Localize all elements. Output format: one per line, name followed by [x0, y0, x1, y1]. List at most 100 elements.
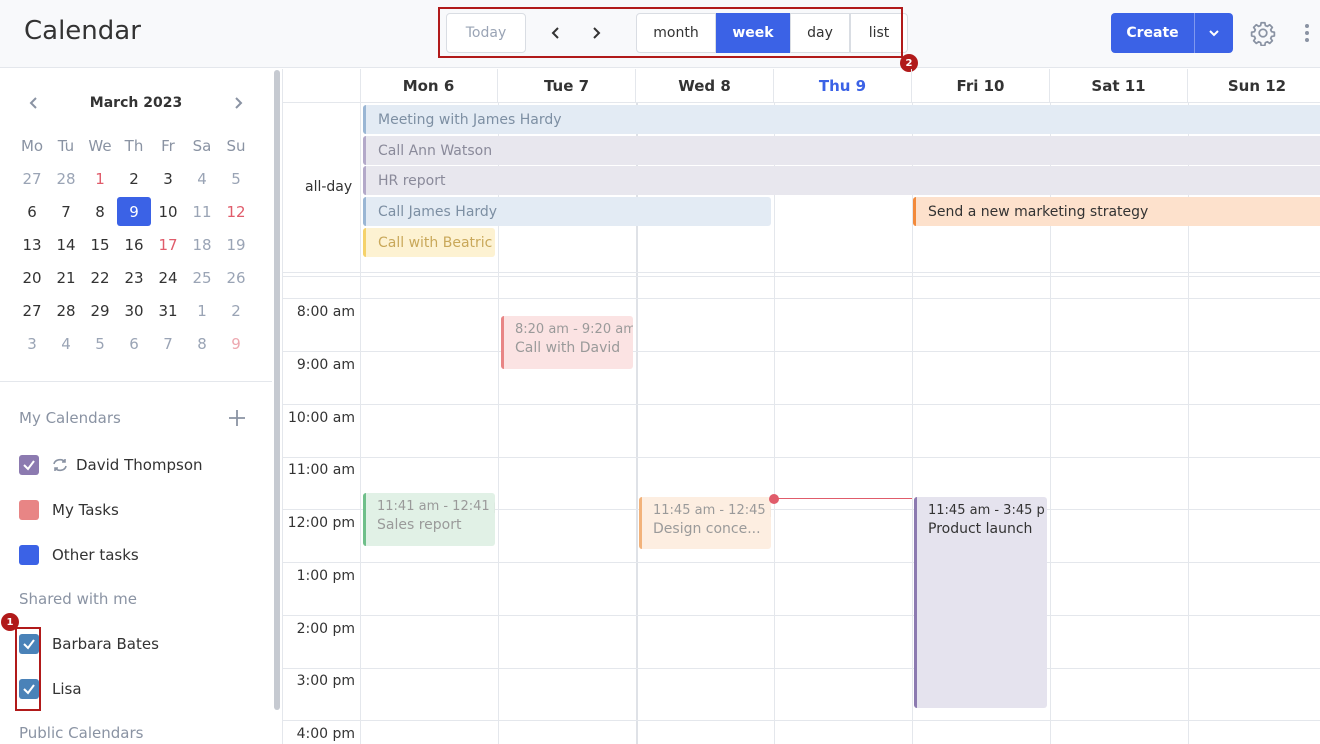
- mini-day[interactable]: 2: [219, 296, 253, 325]
- time-label: 3:00 pm: [296, 673, 355, 689]
- mini-weekday: Su: [226, 136, 246, 155]
- mini-day[interactable]: 20: [15, 263, 49, 292]
- mini-day[interactable]: 15: [83, 230, 117, 259]
- calendar-item-my-tasks[interactable]: My Tasks: [19, 499, 119, 521]
- mini-day[interactable]: 3: [151, 164, 185, 193]
- highlight-box-shared: [15, 627, 41, 711]
- mini-day[interactable]: 8: [83, 197, 117, 226]
- event-title: Sales report: [377, 517, 462, 533]
- allday-label: all-day: [305, 179, 353, 195]
- allday-event[interactable]: Call James Hardy: [363, 197, 771, 226]
- mini-day[interactable]: 5: [219, 164, 253, 193]
- mini-day[interactable]: 28: [49, 164, 83, 193]
- highlight-badge-shared: 1: [1, 613, 19, 631]
- time-label: 10:00 am: [287, 410, 355, 426]
- mini-week-row: 20 21 22 23 24 25 26: [15, 261, 253, 294]
- day-header-sat[interactable]: Sat 11: [1050, 69, 1188, 103]
- event-time: 11:41 am - 12:41 p: [377, 499, 495, 514]
- mini-day[interactable]: 24: [151, 263, 185, 292]
- event-time: 11:45 am - 3:45 p: [928, 503, 1045, 518]
- sync-icon: [53, 458, 67, 472]
- mini-day[interactable]: 17: [151, 230, 185, 259]
- mini-day[interactable]: 31: [151, 296, 185, 325]
- app-header: Calendar Today month week day list 2 Cre…: [0, 0, 1320, 72]
- event-time: 8:20 am - 9:20 am: [515, 322, 633, 337]
- create-dropdown-toggle[interactable]: [1195, 13, 1233, 53]
- mini-day[interactable]: 22: [83, 263, 117, 292]
- mini-day[interactable]: 6: [117, 329, 151, 358]
- day-header-thu-today[interactable]: Thu 9: [774, 69, 912, 103]
- mini-day[interactable]: 3: [15, 329, 49, 358]
- calendar-checkbox[interactable]: [19, 455, 39, 475]
- mini-day[interactable]: 27: [15, 164, 49, 193]
- mini-day-selected[interactable]: 9: [117, 197, 151, 226]
- day-header-fri[interactable]: Fri 10: [912, 69, 1050, 103]
- mini-weekday-row: Mo Tu We Th Fr Sa Su: [15, 129, 253, 162]
- mini-day[interactable]: 28: [49, 296, 83, 325]
- mini-day[interactable]: 14: [49, 230, 83, 259]
- day-header-mon[interactable]: Mon 6: [360, 69, 498, 103]
- mini-day[interactable]: 23: [117, 263, 151, 292]
- calendar-item-david-thompson[interactable]: David Thompson: [19, 454, 203, 476]
- calendar-checkbox[interactable]: [19, 500, 39, 520]
- add-calendar-icon[interactable]: [228, 409, 246, 427]
- time-label: 9:00 am: [296, 357, 355, 373]
- mini-day[interactable]: 10: [151, 197, 185, 226]
- time-label: 11:00 am: [287, 462, 355, 478]
- mini-calendar-header: March 2023: [18, 93, 254, 113]
- allday-event[interactable]: Send a new marketing strategy: [913, 197, 1320, 226]
- mini-day[interactable]: 19: [219, 230, 253, 259]
- mini-day[interactable]: 1: [83, 164, 117, 193]
- mini-day[interactable]: 5: [83, 329, 117, 358]
- calendar-name: Barbara Bates: [52, 635, 159, 653]
- day-header-sun[interactable]: Sun 12: [1188, 69, 1320, 103]
- mini-day[interactable]: 30: [117, 296, 151, 325]
- mini-day[interactable]: 29: [83, 296, 117, 325]
- event-time: 11:45 am - 12:45 p: [653, 503, 771, 518]
- allday-event[interactable]: Call Ann Watson: [363, 136, 1320, 165]
- mini-day[interactable]: 8: [185, 329, 219, 358]
- mini-day[interactable]: 9: [219, 329, 253, 358]
- mini-calendar-grid: Mo Tu We Th Fr Sa Su 27 28 1 2 3 4 5 6 7…: [15, 129, 253, 360]
- mini-day[interactable]: 12: [219, 197, 253, 226]
- mini-weekday: We: [88, 136, 112, 155]
- mini-day[interactable]: 7: [49, 197, 83, 226]
- mini-day[interactable]: 16: [117, 230, 151, 259]
- mini-day[interactable]: 21: [49, 263, 83, 292]
- create-button[interactable]: Create: [1111, 13, 1233, 53]
- mini-day[interactable]: 11: [185, 197, 219, 226]
- mini-day[interactable]: 4: [49, 329, 83, 358]
- mini-day[interactable]: 7: [151, 329, 185, 358]
- mini-day[interactable]: 4: [185, 164, 219, 193]
- mini-day[interactable]: 2: [117, 164, 151, 193]
- day-header-wed[interactable]: Wed 8: [636, 69, 774, 103]
- allday-event[interactable]: HR report: [363, 166, 1320, 195]
- calendar-checkbox[interactable]: [19, 545, 39, 565]
- mini-day[interactable]: 13: [15, 230, 49, 259]
- mini-day[interactable]: 18: [185, 230, 219, 259]
- mini-day[interactable]: 1: [185, 296, 219, 325]
- timed-event-product-launch[interactable]: 11:45 am - 3:45 p Product launch: [914, 497, 1047, 708]
- column-line: [360, 69, 361, 744]
- highlight-box-toolbar: [438, 7, 903, 58]
- header-divider: [283, 102, 360, 103]
- time-label: 2:00 pm: [296, 621, 355, 637]
- mini-day[interactable]: 26: [219, 263, 253, 292]
- gear-icon[interactable]: [1250, 20, 1276, 46]
- timed-event-sales-report[interactable]: 11:41 am - 12:41 p Sales report: [363, 493, 495, 546]
- more-options-icon[interactable]: [1302, 22, 1312, 44]
- day-header-tue[interactable]: Tue 7: [498, 69, 636, 103]
- now-indicator-dot: [769, 494, 779, 504]
- sidebar-scrollbar[interactable]: [274, 70, 280, 710]
- mini-day[interactable]: 27: [15, 296, 49, 325]
- mini-next-icon[interactable]: [230, 95, 246, 111]
- timed-event-call-with-david[interactable]: 8:20 am - 9:20 am Call with David: [501, 316, 633, 369]
- allday-event[interactable]: Call with Beatric: [363, 228, 495, 257]
- allday-event[interactable]: Meeting with James Hardy: [363, 105, 1320, 134]
- event-title: Product launch: [928, 521, 1033, 537]
- mini-day[interactable]: 25: [185, 263, 219, 292]
- timed-event-design-concept[interactable]: 11:45 am - 12:45 p Design conce...: [639, 497, 771, 549]
- mini-day[interactable]: 6: [15, 197, 49, 226]
- time-label: 8:00 am: [296, 304, 355, 320]
- calendar-item-other-tasks[interactable]: Other tasks: [19, 544, 139, 566]
